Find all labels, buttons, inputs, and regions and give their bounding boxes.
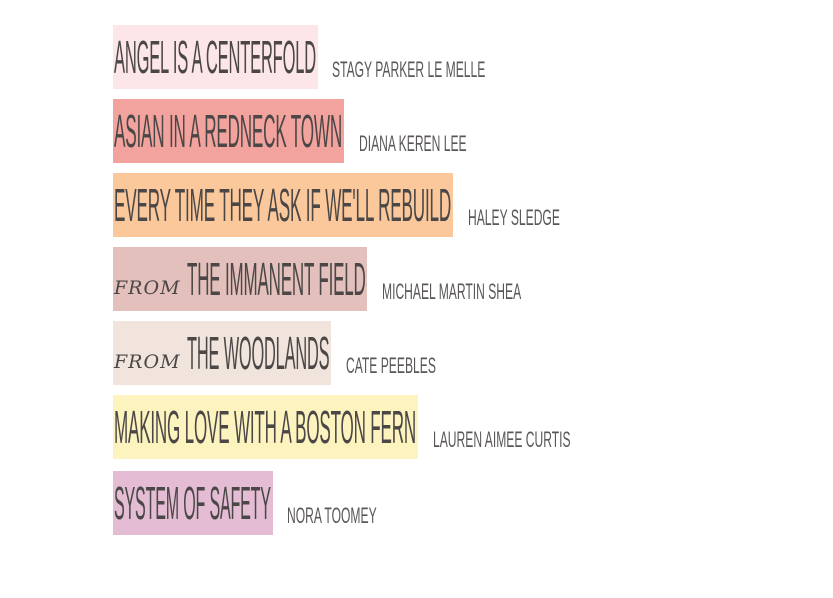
item-title[interactable]: ASIAN IN A REDNECK TOWN (114, 108, 342, 154)
list-item[interactable]: ASIAN IN A REDNECK TOWN DIANA KEREN LEE (113, 99, 467, 163)
list-item[interactable]: SYSTEM OF SAFETY NORA TOOMEY (113, 471, 377, 535)
item-author: HALEY SLEDGE (468, 205, 560, 230)
item-author: DIANA KEREN LEE (359, 131, 467, 156)
list-item[interactable]: EVERY TIME THEY ASK IF WE'LL REBUILD HAL… (113, 173, 560, 237)
item-author: CATE PEEBLES (346, 353, 436, 378)
title-highlight[interactable]: FROM THE IMMANENT FIELD (113, 247, 367, 311)
item-title[interactable]: SYSTEM OF SAFETY (114, 480, 271, 526)
item-title[interactable]: THE IMMANENT FIELD (187, 256, 366, 302)
item-author: LAUREN AIMEE CURTIS (433, 427, 571, 452)
title-highlight[interactable]: SYSTEM OF SAFETY (113, 471, 273, 535)
item-prefix: FROM (114, 277, 181, 299)
item-author: STAGY PARKER LE MELLE (332, 57, 486, 82)
item-author: NORA TOOMEY (287, 503, 377, 528)
item-author: MICHAEL MARTIN SHEA (382, 279, 522, 304)
item-title[interactable]: ANGEL IS A CENTERFOLD (114, 34, 316, 80)
list-item[interactable]: MAKING LOVE WITH A BOSTON FERN LAUREN AI… (113, 395, 571, 459)
list-item[interactable]: FROM THE IMMANENT FIELD MICHAEL MARTIN S… (113, 247, 521, 311)
title-highlight[interactable]: MAKING LOVE WITH A BOSTON FERN (113, 395, 418, 459)
item-title[interactable]: THE WOODLANDS (187, 330, 330, 376)
item-title[interactable]: EVERY TIME THEY ASK IF WE'LL REBUILD (114, 182, 451, 228)
title-highlight[interactable]: ANGEL IS A CENTERFOLD (113, 25, 318, 89)
title-highlight[interactable]: ASIAN IN A REDNECK TOWN (113, 99, 344, 163)
list-item[interactable]: ANGEL IS A CENTERFOLD STAGY PARKER LE ME… (113, 25, 485, 89)
title-highlight[interactable]: EVERY TIME THEY ASK IF WE'LL REBUILD (113, 173, 453, 237)
item-title[interactable]: MAKING LOVE WITH A BOSTON FERN (114, 404, 416, 450)
title-highlight[interactable]: FROM THE WOODLANDS (113, 321, 331, 385)
list-item[interactable]: FROM THE WOODLANDS CATE PEEBLES (113, 321, 436, 385)
item-prefix: FROM (114, 351, 181, 373)
